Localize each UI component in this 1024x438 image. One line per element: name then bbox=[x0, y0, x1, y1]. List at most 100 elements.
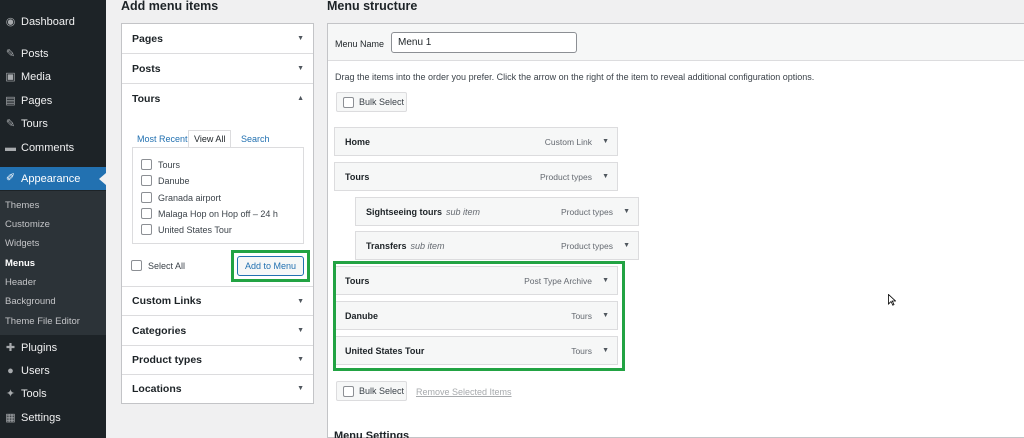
menu-item-type: Custom Link bbox=[544, 136, 592, 147]
accordion-label: Custom Links bbox=[132, 295, 202, 307]
caret-down-icon[interactable]: ▼ bbox=[602, 173, 609, 180]
tours-tabs: Most Recent View All Search bbox=[132, 130, 306, 148]
bulk-select-label: Bulk Select bbox=[359, 386, 405, 396]
bulk-select-checkbox[interactable] bbox=[343, 385, 354, 397]
menu-item-sightseeing-tours[interactable]: Sightseeing tours sub item Product types… bbox=[355, 197, 639, 226]
menu-item-type: Product types bbox=[561, 206, 613, 217]
accordion-label: Pages bbox=[132, 32, 163, 45]
nav-plugins[interactable]: ✚ Plugins bbox=[0, 336, 106, 360]
tab-view-all[interactable]: View All bbox=[188, 130, 232, 148]
accordion-categories[interactable]: Categories ▼ bbox=[122, 316, 313, 346]
menu-item-home[interactable]: Home Custom Link ▼ bbox=[334, 127, 618, 156]
menu-item-title: Transfers bbox=[366, 240, 407, 251]
nav-label: Tours bbox=[21, 118, 48, 130]
highlight-box: Add to Menu bbox=[231, 250, 310, 282]
menu-name-label: Menu Name bbox=[335, 39, 385, 49]
checklist-label: United States Tour bbox=[158, 224, 232, 235]
accordion-label: Categories bbox=[132, 324, 187, 337]
caret-down-icon: ▼ bbox=[297, 298, 304, 305]
wrench-icon: ✦ bbox=[5, 387, 16, 400]
menu-item-transfers[interactable]: Transfers sub item Product types ▼ bbox=[355, 231, 639, 260]
checklist-item[interactable]: Tours bbox=[141, 159, 180, 170]
nav-label: Plugins bbox=[21, 342, 58, 354]
caret-down-icon[interactable]: ▼ bbox=[623, 208, 630, 215]
add-menu-items-heading: Add menu items bbox=[121, 0, 219, 13]
bulk-select-label: Bulk Select bbox=[359, 97, 405, 107]
submenu-theme-file-editor[interactable]: Theme File Editor bbox=[5, 316, 80, 327]
nav-appearance[interactable]: ✐ Appearance bbox=[0, 167, 106, 190]
submenu-background[interactable]: Background bbox=[5, 296, 56, 307]
nav-label: Appearance bbox=[21, 172, 81, 185]
menu-name-bar: Menu Name Menu 1 bbox=[328, 24, 1024, 61]
nav-users[interactable]: ● Users bbox=[0, 359, 106, 383]
checkbox[interactable] bbox=[141, 192, 152, 203]
checklist-label: Granada airport bbox=[158, 192, 222, 203]
select-all-checkbox[interactable] bbox=[131, 260, 142, 271]
dashboard-icon: ◉ bbox=[5, 15, 16, 28]
select-all[interactable]: Select All bbox=[131, 260, 185, 271]
accordion-pages[interactable]: Pages ▼ bbox=[122, 24, 313, 54]
checkbox[interactable] bbox=[141, 224, 152, 235]
bulk-select-top[interactable]: Bulk Select bbox=[336, 92, 407, 112]
user-icon: ● bbox=[7, 364, 14, 377]
nav-label: Users bbox=[21, 365, 50, 377]
caret-down-icon: ▼ bbox=[297, 35, 304, 42]
tab-most-recent[interactable]: Most Recent bbox=[132, 130, 193, 148]
bulk-select-bottom[interactable]: Bulk Select bbox=[336, 381, 407, 401]
accordion-locations[interactable]: Locations ▼ bbox=[122, 374, 313, 404]
menu-name-input[interactable]: Menu 1 bbox=[391, 32, 577, 53]
checkbox[interactable] bbox=[141, 159, 152, 170]
submenu-themes[interactable]: Themes bbox=[5, 200, 39, 211]
drag-instructions: Drag the items into the order you prefer… bbox=[335, 72, 815, 82]
nav-posts[interactable]: ✎ Posts bbox=[0, 42, 106, 66]
menu-settings-heading: Menu Settings bbox=[334, 430, 410, 438]
admin-sidebar: ◉ Dashboard ✎ Posts ▣ Media ▤ Pages ✎ Tours ▬… bbox=[0, 0, 106, 438]
menu-item-sub-label: sub item bbox=[410, 240, 445, 251]
nav-dashboard[interactable]: ◉ Dashboard bbox=[0, 10, 106, 34]
menu-item-type: Product types bbox=[561, 240, 613, 251]
menu-item-title: Tours bbox=[345, 171, 370, 182]
accordion-product-types[interactable]: Product types ▼ bbox=[122, 345, 313, 375]
mouse-cursor-icon bbox=[888, 294, 896, 306]
nav-media[interactable]: ▣ Media bbox=[0, 65, 106, 89]
checkbox[interactable] bbox=[141, 208, 152, 219]
nav-tours[interactable]: ✎ Tours bbox=[0, 112, 106, 136]
caret-down-icon: ▼ bbox=[297, 385, 304, 392]
pin-icon: ✎ bbox=[5, 117, 16, 130]
nav-pages[interactable]: ▤ Pages bbox=[0, 89, 106, 113]
caret-up-icon: ▲ bbox=[297, 95, 304, 102]
nav-settings[interactable]: ▦ Settings bbox=[0, 406, 106, 430]
bulk-select-checkbox[interactable] bbox=[343, 96, 354, 108]
submenu-customize[interactable]: Customize bbox=[5, 219, 50, 230]
plugin-icon: ✚ bbox=[5, 341, 16, 354]
checklist-item[interactable]: Danube bbox=[141, 175, 190, 186]
caret-down-icon[interactable]: ▼ bbox=[602, 138, 609, 145]
checklist-item[interactable]: United States Tour bbox=[141, 224, 232, 235]
checklist-label: Tours bbox=[158, 159, 181, 170]
tab-search[interactable]: Search bbox=[236, 130, 275, 148]
nav-tools[interactable]: ✦ Tools bbox=[0, 382, 106, 406]
add-menu-items-panel: Pages ▼ Posts ▼ Tours ▲ Most Recent View Al… bbox=[121, 23, 314, 404]
add-to-menu-button[interactable]: Add to Menu bbox=[237, 256, 304, 276]
select-all-label: Select All bbox=[148, 260, 186, 271]
nav-label: Posts bbox=[21, 48, 49, 60]
checkbox[interactable] bbox=[141, 175, 152, 186]
checklist-item[interactable]: Malaga Hop on Hop off – 24 h bbox=[141, 208, 278, 219]
accordion-tours[interactable]: Tours ▲ bbox=[122, 84, 313, 114]
accordion-posts[interactable]: Posts ▼ bbox=[122, 54, 313, 84]
caret-down-icon[interactable]: ▼ bbox=[623, 242, 630, 249]
checklist-item[interactable]: Granada airport bbox=[141, 192, 221, 203]
caret-down-icon: ▼ bbox=[297, 356, 304, 363]
accordion-custom-links[interactable]: Custom Links ▼ bbox=[122, 286, 313, 316]
submenu-header[interactable]: Header bbox=[5, 277, 36, 288]
remove-selected-items-link[interactable]: Remove Selected Items bbox=[416, 387, 512, 397]
nav-comments[interactable]: ▬ Comments bbox=[0, 136, 106, 160]
menu-item-tours[interactable]: Tours Product types ▼ bbox=[334, 162, 618, 191]
pages-icon: ▤ bbox=[5, 94, 16, 107]
nav-label: Settings bbox=[21, 412, 61, 424]
appearance-submenu: Themes Customize Widgets Menus Header Ba… bbox=[0, 191, 106, 335]
menu-item-title: Sightseeing tours bbox=[366, 206, 443, 217]
checklist-label: Danube bbox=[158, 175, 190, 186]
submenu-widgets[interactable]: Widgets bbox=[5, 238, 39, 249]
submenu-menus[interactable]: Menus bbox=[5, 258, 35, 269]
